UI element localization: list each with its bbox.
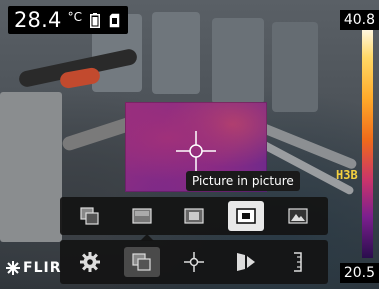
measurement-button[interactable] xyxy=(176,247,212,277)
logo-text: FLIR xyxy=(23,260,62,276)
sd-card-icon xyxy=(108,11,122,29)
scale-adjust-button[interactable] xyxy=(280,247,316,277)
spot-temperature-readout: 28.4 °C xyxy=(8,6,128,34)
color-palette-icon xyxy=(237,253,255,271)
mounting-bracket xyxy=(272,22,318,112)
msx-mode-icon xyxy=(80,207,99,225)
image-mode-button[interactable] xyxy=(124,247,160,277)
mounting-bracket xyxy=(152,12,200,94)
battery-icon xyxy=(88,11,102,29)
digital-camera-mode-button[interactable] xyxy=(280,201,316,231)
settings-button[interactable] xyxy=(72,247,108,277)
thermal-camera-viewfinder: H3B 28.4 °C 40.8 20.5 Picture in picture xyxy=(0,0,379,289)
settings-gear-icon xyxy=(80,252,100,272)
junction-box xyxy=(0,92,62,242)
picture-in-picture-button[interactable] xyxy=(228,201,264,231)
image-mode-icon xyxy=(132,253,151,271)
flir-logo: FLIR xyxy=(6,260,61,276)
scale-max-label: 40.8 xyxy=(339,10,379,30)
mode-tooltip: Picture in picture xyxy=(186,171,300,191)
digital-camera-mode-icon xyxy=(288,208,308,224)
scale-min-label: 20.5 xyxy=(339,263,379,283)
mounting-bracket xyxy=(212,18,264,104)
msx-mode-button[interactable] xyxy=(72,201,108,231)
temperature-value: 28.4 xyxy=(14,8,62,32)
thermal-center-mode-button[interactable] xyxy=(176,201,212,231)
temperature-scale-bar xyxy=(362,30,373,258)
image-mode-bar xyxy=(60,197,328,235)
component-label: H3B xyxy=(336,168,358,182)
temperature-unit: °C xyxy=(67,10,82,24)
picture-in-picture-icon xyxy=(236,208,256,224)
thermal-center-mode-icon xyxy=(184,208,204,224)
spot-meter-crosshair-icon xyxy=(176,131,216,171)
thermal-mode-icon xyxy=(132,208,152,224)
flir-snowflake-icon xyxy=(6,261,20,275)
thermal-mode-button[interactable] xyxy=(124,201,160,231)
scale-adjust-icon xyxy=(294,252,302,272)
main-toolbar xyxy=(60,240,328,284)
measurement-spot-icon xyxy=(184,252,204,272)
color-palette-button[interactable] xyxy=(228,247,264,277)
